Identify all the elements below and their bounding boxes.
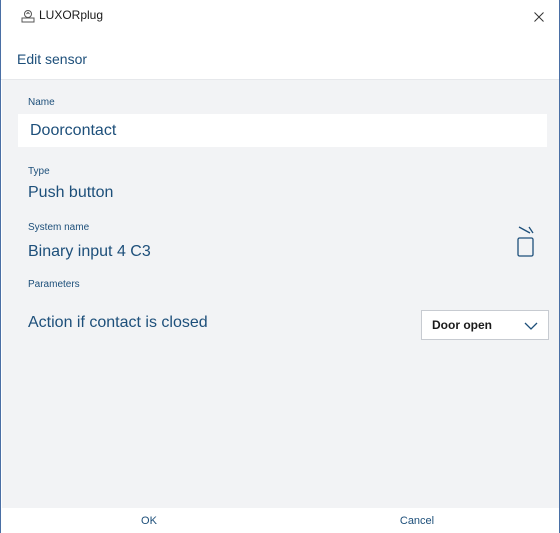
type-value: Push button	[28, 184, 114, 201]
action-label: Action if contact is closed	[28, 314, 208, 331]
copy-to-name-icon[interactable]	[515, 224, 537, 260]
action-dropdown[interactable]: Door open	[421, 310, 549, 340]
dialog-header: Edit sensor	[1, 40, 559, 80]
ok-button[interactable]: OK	[59, 508, 239, 533]
dialog-footer: OK Cancel	[1, 508, 559, 533]
close-button[interactable]	[521, 0, 557, 34]
cancel-button[interactable]: Cancel	[327, 508, 507, 533]
parameters-label: Parameters	[28, 279, 80, 290]
page-title: Edit sensor	[17, 51, 88, 67]
chevron-down-icon	[524, 322, 538, 330]
system-name-value: Binary input 4 C3	[28, 243, 151, 260]
action-dropdown-value: Door open	[432, 318, 492, 332]
luxorplug-app-icon	[21, 10, 35, 23]
type-label: Type	[28, 166, 50, 177]
name-label: Name	[28, 97, 55, 108]
form-panel: Name Type Push button System name Binary…	[2, 80, 559, 508]
title-bar: LUXORplug	[1, 0, 559, 40]
close-icon	[534, 12, 544, 22]
name-input[interactable]	[18, 114, 547, 147]
dialog-window: LUXORplug Edit sensor Name Type Push but…	[0, 0, 560, 533]
window-title: LUXORplug	[39, 8, 104, 22]
system-name-label: System name	[28, 222, 90, 233]
